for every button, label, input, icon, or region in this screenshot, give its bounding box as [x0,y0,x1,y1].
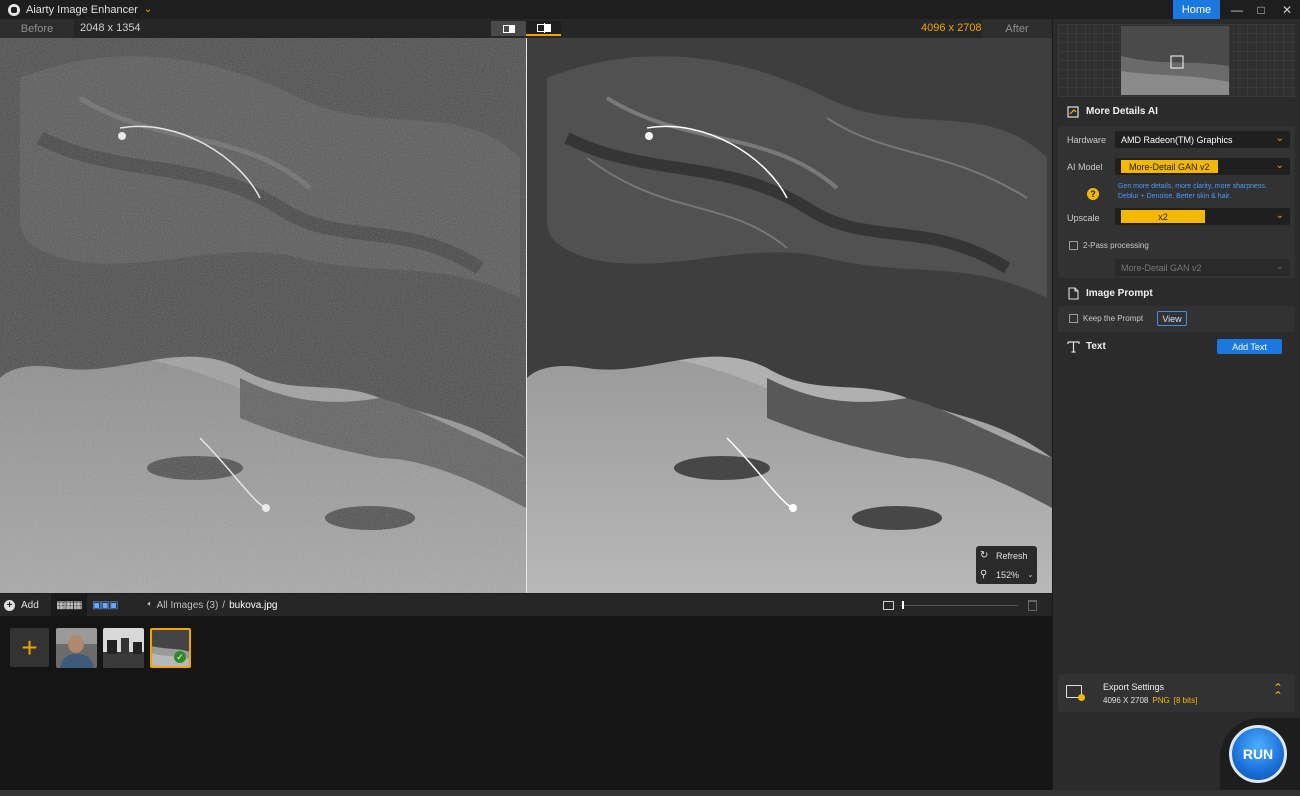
export-dims: 4096 X 2708 [1103,696,1149,705]
chevron-down-icon: ⌄ [1275,133,1284,144]
close-icon[interactable]: ✕ [1274,0,1300,19]
breadcrumb-current-file: bukova.jpg [229,599,278,611]
gear-icon [1078,694,1085,701]
breadcrumb-all-images[interactable]: All Images (3) [157,600,219,611]
grid-view-icon[interactable]: ▦▦▦ [50,594,87,616]
filmstrip-toolbar: + Add ▦▦▦ ▣▣▣ 🢐 All Images (3) / bukova.… [0,594,1052,616]
back-arrow-icon[interactable]: 🢐 [147,597,151,614]
zoom-dropdown[interactable]: ⚲ 152% ⌄ [976,565,1037,584]
thumbnail-1[interactable] [56,628,97,668]
upscale-dropdown[interactable]: x2 ⌄ [1115,208,1290,225]
text-title: Text [1086,341,1106,352]
keep-prompt-label: Keep the Prompt [1083,314,1144,323]
viewer-controls: ↻ Refresh ⚲ 152% ⌄ [976,546,1037,584]
text-icon [1067,341,1080,353]
filmstrip-view-icon[interactable]: ▣▣▣ [87,594,123,616]
export-format: PNG [1152,696,1170,705]
before-image [0,38,526,593]
export-settings[interactable]: Export Settings 4096 X 2708 PNG [8 bits] ⌃… [1058,674,1295,712]
export-bits: [8 bits] [1173,696,1198,705]
image-prompt-title: Image Prompt [1086,288,1153,299]
thumbnail-size-slider[interactable] [900,605,1018,606]
home-button[interactable]: Home [1173,0,1220,19]
document-icon [1068,287,1079,300]
split-divider[interactable] [526,38,527,593]
filmstrip: + ✓ [0,616,1052,790]
refresh-icon: ↻ [980,550,989,561]
add-circle-icon: + [4,599,15,611]
split-view-button[interactable] [526,21,561,36]
view-mode-toggle [491,21,561,36]
before-dimensions: 2048 x 1354 [80,22,141,34]
before-tab[interactable]: Before [0,19,74,38]
zoom-value: 152% [996,569,1020,580]
two-pass-checkbox[interactable] [1069,241,1078,250]
run-button[interactable]: RUN [1229,725,1287,783]
chevron-down-icon[interactable]: ⌄ [144,4,152,15]
trash-icon[interactable] [1028,600,1037,611]
section-title: More Details AI [1086,106,1158,117]
chevron-down-icon: ⌄ [1275,210,1284,221]
breadcrumb-separator: / [222,599,226,611]
upscale-value: x2 [1121,210,1205,223]
hardware-label: Hardware [1067,135,1107,145]
after-tab[interactable]: After [982,19,1052,38]
refresh-label: Refresh [996,550,1028,561]
chevron-down-icon: ⌄ [1275,261,1284,272]
single-view-icon [502,24,515,33]
export-title: Export Settings [1103,682,1165,692]
two-pass-model-value: More-Detail GAN v2 [1121,262,1202,273]
two-pass-model-dropdown[interactable]: More-Detail GAN v2 ⌄ [1115,259,1290,276]
image-prompt-header: Image Prompt [1067,287,1153,300]
image-canvas[interactable]: ↻ Refresh ⚲ 152% ⌄ [0,38,1052,593]
ai-model-label: AI Model [1067,162,1103,172]
bottom-border [0,790,1300,796]
right-panel: More Details AI Hardware AMD Radeon(TM) … [1053,19,1300,790]
zoom-icon: ⚲ [980,569,988,580]
title-bar: Aiarty Image Enhancer ⌄ Home — □ ✕ [0,0,1300,19]
after-dimensions: 4096 x 2708 [921,22,982,34]
text-header: Text [1067,340,1106,353]
thumbnail-2[interactable] [103,628,144,668]
thumbnail-3-selected[interactable]: ✓ [150,628,191,668]
export-summary: 4096 X 2708 PNG [8 bits] [1103,696,1197,705]
navigator-preview[interactable] [1058,24,1295,97]
split-view-icon [536,22,551,33]
refresh-button[interactable]: ↻ Refresh [976,546,1037,565]
compare-bar: Before 2048 x 1354 4096 x 2708 After [0,19,1052,38]
ai-model-description: Gen more details, more clarity, more sha… [1118,183,1267,200]
slider-handle[interactable] [902,601,904,609]
maximize-icon[interactable]: □ [1248,0,1274,19]
add-images-button[interactable]: + Add [0,594,51,616]
upscale-label: Upscale [1067,213,1100,223]
after-image [527,38,1052,593]
image-size-icon [883,601,894,610]
ai-settings-card: Hardware AMD Radeon(TM) Graphics ⌄ AI Mo… [1058,126,1295,278]
checkmark-icon: ✓ [174,651,186,663]
double-chevron-up-icon[interactable]: ⌃ ⌃ [1273,682,1283,702]
view-prompt-button[interactable]: View [1157,311,1187,326]
app-title: Aiarty Image Enhancer [26,3,138,16]
add-text-button[interactable]: Add Text [1217,339,1282,354]
more-details-ai-header: More Details AI [1067,105,1158,118]
ai-model-value: More-Detail GAN v2 [1121,160,1218,173]
image-prompt-card: Keep the Prompt View [1058,306,1295,332]
chevron-down-icon: ⌄ [1027,570,1034,579]
minimize-icon[interactable]: — [1224,0,1250,19]
app-logo-icon [8,3,20,16]
add-label: Add [21,599,39,611]
details-ai-icon [1067,106,1079,118]
keep-prompt-checkbox[interactable] [1069,314,1078,323]
hardware-value: AMD Radeon(TM) Graphics [1121,134,1233,145]
ai-model-dropdown[interactable]: More-Detail GAN v2 ⌄ [1115,158,1290,175]
single-view-button[interactable] [491,21,526,36]
preview-thumbnail [1121,26,1229,95]
chevron-down-icon: ⌄ [1275,160,1284,171]
two-pass-label: 2-Pass processing [1083,241,1149,250]
add-image-tile[interactable]: + [10,628,49,667]
help-icon[interactable]: ? [1087,188,1099,200]
hardware-dropdown[interactable]: AMD Radeon(TM) Graphics ⌄ [1115,131,1290,148]
